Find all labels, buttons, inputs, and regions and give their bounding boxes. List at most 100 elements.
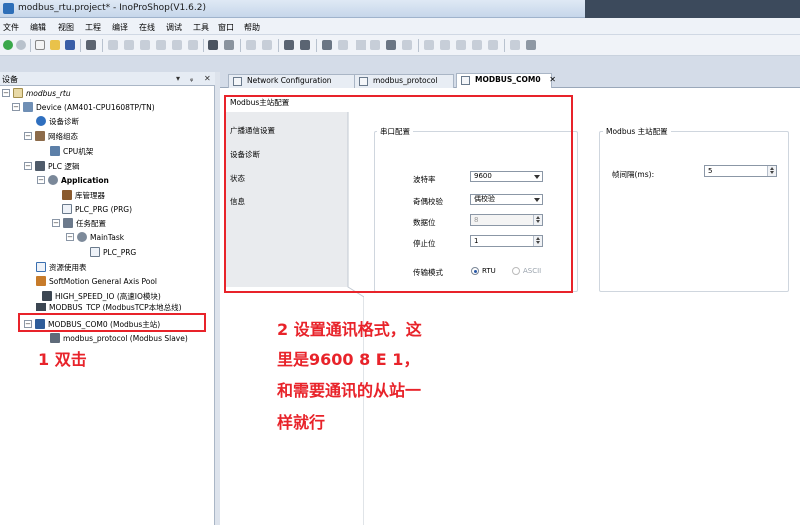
login-icon[interactable]: [3, 40, 13, 50]
copy-icon[interactable]: [156, 40, 166, 50]
panel-dropdown-button[interactable]: ▾: [176, 74, 180, 83]
tab-close-button[interactable]: ✕: [549, 75, 556, 84]
insert-icon[interactable]: [262, 40, 272, 50]
open-folder-icon[interactable]: [50, 40, 60, 50]
menu-build[interactable]: 编译: [112, 22, 128, 33]
step-over-icon[interactable]: [424, 40, 434, 50]
stepper-buttons[interactable]: [767, 166, 776, 176]
collapse-icon[interactable]: −: [2, 89, 10, 97]
stop-bits-stepper[interactable]: 1: [470, 235, 543, 247]
new-file-icon[interactable]: [35, 40, 45, 50]
print-icon[interactable]: [86, 40, 96, 50]
collapse-icon[interactable]: −: [24, 162, 32, 170]
menu-file[interactable]: 文件: [3, 22, 19, 33]
tree-item-application[interactable]: − Application: [37, 173, 109, 187]
tree-item-diagnostics[interactable]: 设备诊断: [36, 114, 79, 128]
menu-online[interactable]: 在线: [139, 22, 155, 33]
stop-icon[interactable]: [370, 40, 380, 50]
tree-label: CPU机架: [63, 146, 94, 156]
program-call-icon: [90, 247, 100, 257]
tree-item-axis-pool[interactable]: SoftMotion General Axis Pool: [36, 274, 157, 288]
breakpoint-icon[interactable]: [402, 40, 412, 50]
delete-icon[interactable]: [188, 40, 198, 50]
tree-item-resource-table[interactable]: 资源使用表: [36, 260, 87, 274]
tree-item-task-plc-prg[interactable]: PLC_PRG: [90, 245, 136, 259]
tree-label: 任务配置: [76, 218, 106, 228]
window-title: modbus_rtu.project* - InoProShop(V1.6.2): [18, 3, 206, 13]
run-icon[interactable]: [356, 40, 366, 50]
nav-broadcast-settings[interactable]: 广播通信设置: [230, 125, 275, 136]
rack-icon: [50, 146, 60, 156]
master-config-group: [599, 131, 789, 292]
panel-close-button[interactable]: ✕: [204, 74, 211, 83]
tab-network-configuration[interactable]: Network Configuration: [228, 74, 356, 88]
force-icon[interactable]: [510, 40, 520, 50]
rtu-radio[interactable]: [471, 267, 479, 275]
collapse-icon[interactable]: −: [24, 132, 32, 140]
collapse-icon[interactable]: −: [12, 103, 20, 111]
nav-device-diagnostics[interactable]: 设备诊断: [230, 149, 260, 160]
disconnect-icon[interactable]: [338, 40, 348, 50]
redo-icon[interactable]: [124, 40, 134, 50]
nav-status[interactable]: 状态: [230, 173, 245, 184]
menu-project[interactable]: 工程: [85, 22, 101, 33]
tree-item-task-config[interactable]: − 任务配置: [52, 216, 106, 230]
frame-interval-stepper[interactable]: 5: [704, 165, 777, 177]
tab-modbus-com0[interactable]: MODBUS_COM0 ✕: [456, 73, 556, 89]
tree-item-modbus-com0[interactable]: − MODBUS_COM0 (Modbus主站): [24, 317, 160, 331]
tree-item-device[interactable]: − Device (AM401-CPU1608TP/TN): [12, 100, 155, 114]
tree-item-project[interactable]: − modbus_rtu: [2, 86, 71, 100]
panel-pin-button[interactable]: ᵩ: [190, 74, 193, 83]
menu-window[interactable]: 窗口: [218, 22, 234, 33]
replace-icon[interactable]: [224, 40, 234, 50]
collapse-icon[interactable]: −: [66, 233, 74, 241]
step-out-icon[interactable]: [456, 40, 466, 50]
tree-item-network-config[interactable]: − 网络组态: [24, 129, 78, 143]
stepper-buttons: [533, 215, 542, 225]
tree-label: MainTask: [90, 232, 125, 242]
write-values-icon[interactable]: [526, 40, 536, 50]
menu-tools[interactable]: 工具: [193, 22, 209, 33]
cut-icon[interactable]: [140, 40, 150, 50]
undo-icon[interactable]: [108, 40, 118, 50]
app-icon: [3, 3, 14, 14]
tree-item-main-task[interactable]: − MainTask: [66, 230, 124, 244]
logout-icon[interactable]: [16, 40, 26, 50]
baud-rate-select[interactable]: 9600: [470, 171, 543, 182]
menu-edit[interactable]: 编辑: [30, 22, 46, 33]
collapse-icon[interactable]: −: [52, 219, 60, 227]
tab-modbus-protocol[interactable]: modbus_protocol: [354, 74, 454, 88]
tree-item-modbus-protocol[interactable]: modbus_protocol (Modbus Slave): [50, 331, 188, 345]
paste-icon[interactable]: [172, 40, 182, 50]
ascii-radio[interactable]: [512, 267, 520, 275]
tree-item-library-manager[interactable]: 库管理器: [62, 188, 105, 202]
save-icon[interactable]: [65, 40, 75, 50]
menu-help[interactable]: 帮助: [244, 22, 260, 33]
nav-information[interactable]: 信息: [230, 196, 245, 207]
connect-icon[interactable]: [322, 40, 332, 50]
step-into-icon[interactable]: [440, 40, 450, 50]
tree-item-cpu-rack[interactable]: CPU机架: [50, 144, 93, 158]
select-all-icon[interactable]: [246, 40, 256, 50]
watch-icon[interactable]: [488, 40, 498, 50]
parity-select[interactable]: 偶校验: [470, 194, 543, 205]
menu-view[interactable]: 视图: [58, 22, 74, 33]
ascii-radio-label: ASCII: [523, 267, 542, 275]
build-icon[interactable]: [284, 40, 294, 50]
rebuild-icon[interactable]: [300, 40, 310, 50]
collapse-icon[interactable]: −: [24, 320, 32, 328]
collapse-icon[interactable]: −: [37, 176, 45, 184]
tree-item-high-speed-io[interactable]: HIGH_SPEED_IO (高速IO模块): [42, 289, 161, 303]
debug-icon[interactable]: [386, 40, 396, 50]
tree-item-plc-prg[interactable]: PLC_PRG (PRG): [62, 202, 132, 216]
stepper-buttons[interactable]: [533, 236, 542, 246]
find-icon[interactable]: [208, 40, 218, 50]
menu-debug[interactable]: 调试: [166, 22, 182, 33]
tree-label: 设备诊断: [49, 116, 79, 126]
tree-item-modbus-tcp[interactable]: MODBUS_TCP (ModbusTCP本地总线): [36, 303, 182, 311]
tree-item-plc-logic[interactable]: − PLC 逻辑: [24, 159, 79, 173]
tree-label: 库管理器: [75, 190, 105, 200]
title-bar-dark-region: [585, 0, 800, 18]
toolbar-separator: [316, 39, 317, 52]
reset-icon[interactable]: [472, 40, 482, 50]
